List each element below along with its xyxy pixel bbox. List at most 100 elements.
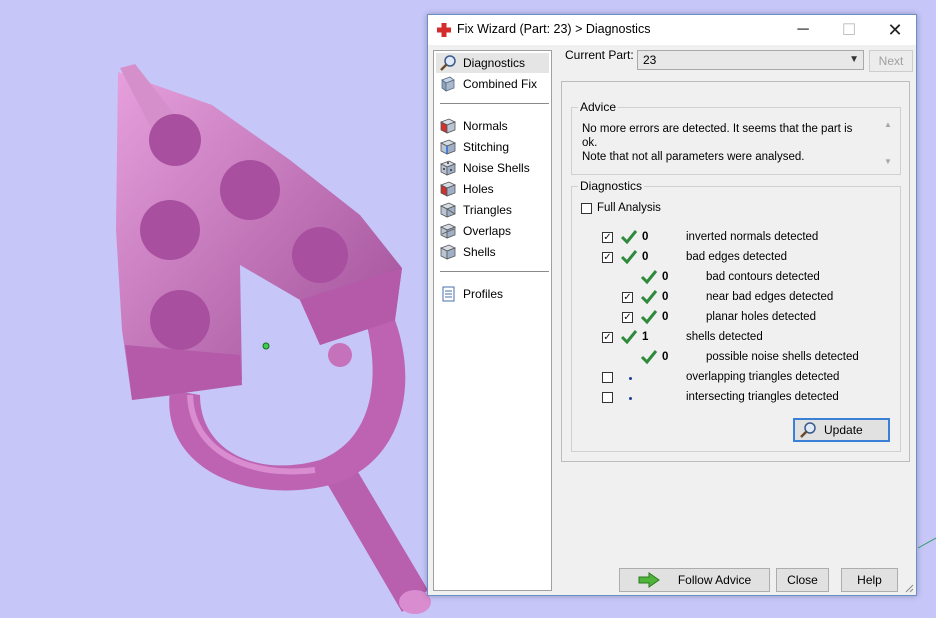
follow-advice-button[interactable]: Follow Advice [619, 568, 770, 592]
planar-holes-checkbox[interactable]: ✓ [622, 312, 633, 323]
intersecting-triangles-checkbox[interactable] [602, 392, 613, 403]
nav-item-holes[interactable]: Holes [436, 179, 549, 199]
inverted-normals-checkbox[interactable]: ✓ [602, 232, 613, 243]
current-part-value: 23 [643, 53, 657, 67]
nav-separator [440, 103, 549, 104]
box-icon [441, 76, 455, 92]
check-icon [640, 270, 658, 285]
model-node [220, 160, 280, 220]
nav-item-label: Profiles [463, 287, 504, 301]
advice-scrollbar[interactable]: ▲ ▼ [882, 120, 894, 166]
shells-label: shells detected [686, 331, 763, 343]
nav-item-profiles[interactable]: Profiles [436, 284, 549, 304]
noise-shells-label: possible noise shells detected [706, 351, 859, 363]
near-bad-edges-checkbox[interactable]: ✓ [622, 292, 633, 303]
pending-dot-icon [629, 397, 632, 400]
diagnostics-group: Diagnostics Full Analysis ✓ 0 inverted n… [571, 179, 901, 452]
nav-item-label: Stitching [463, 140, 510, 154]
cube-red-face-icon [440, 118, 456, 134]
planar-holes-count: 0 [662, 311, 669, 323]
nav-item-label: Triangles [463, 203, 512, 217]
minimize-button[interactable]: ─ [780, 15, 826, 45]
nav-item-normals[interactable]: Normals [436, 116, 549, 136]
maximize-button[interactable]: ☐ [826, 15, 872, 45]
planar-holes-label: planar holes detected [706, 311, 816, 323]
scroll-up-icon[interactable]: ▲ [884, 120, 892, 129]
shells-checkbox[interactable]: ✓ [602, 332, 613, 343]
overlapping-triangles-checkbox[interactable] [602, 372, 613, 383]
advice-text: No more errors are detected. It seems th… [582, 122, 867, 164]
pivot-point[interactable] [262, 342, 270, 350]
check-icon [640, 350, 658, 365]
nav-item-label: Shells [463, 245, 496, 259]
overlaps-icon [440, 223, 456, 239]
diagnostics-group-label: Diagnostics [578, 179, 645, 193]
advice-group-label: Advice [578, 100, 619, 114]
model-node [150, 290, 210, 350]
check-icon [620, 250, 638, 265]
bad-edges-checkbox[interactable]: ✓ [602, 252, 613, 263]
nav-item-label: Combined Fix [463, 77, 538, 91]
dialog-title: Fix Wizard (Part: 23) > Diagnostics [457, 22, 651, 36]
check-icon [620, 230, 638, 245]
title-bar[interactable]: Fix Wizard (Part: 23) > Diagnostics ─ ☐ … [428, 15, 916, 45]
shells-count: 1 [642, 331, 649, 343]
magnifier-icon [800, 422, 816, 438]
close-button[interactable]: Close [776, 568, 829, 592]
follow-advice-label: Follow Advice [677, 573, 752, 587]
nav-item-overlaps[interactable]: Overlaps [436, 221, 549, 241]
fix-wizard-dialog: Fix Wizard (Part: 23) > Diagnostics ─ ☐ … [427, 14, 917, 596]
noise-shells-icon [440, 160, 456, 176]
red-cross-icon [437, 23, 451, 37]
nav-item-stitching[interactable]: Stitching [436, 137, 549, 157]
nav-item-label: Holes [463, 182, 494, 196]
nav-item-combined-fix[interactable]: Combined Fix [436, 74, 549, 94]
bad-edges-count: 0 [642, 251, 649, 263]
bad-edges-label: bad edges detected [686, 251, 788, 263]
triangles-icon [440, 202, 456, 218]
full-analysis-label: Full Analysis [597, 202, 661, 214]
near-bad-edges-label: near bad edges detected [706, 291, 834, 303]
bad-contours-count: 0 [662, 271, 669, 283]
advice-line-1: No more errors are detected. It seems th… [582, 123, 853, 149]
nav-separator [440, 271, 549, 272]
full-analysis-checkbox[interactable] [581, 203, 592, 214]
model-node [328, 343, 352, 367]
check-icon [640, 310, 658, 325]
overlapping-triangles-label: overlapping triangles detected [686, 371, 840, 383]
cube-hole-icon [440, 181, 456, 197]
check-icon [640, 290, 658, 305]
next-button[interactable]: Next [869, 50, 913, 72]
nav-item-diagnostics[interactable]: Diagnostics [436, 53, 549, 73]
check-icon [620, 330, 638, 345]
nav-item-triangles[interactable]: Triangles [436, 200, 549, 220]
model-node [292, 227, 348, 283]
nav-item-noise-shells[interactable]: Noise Shells [436, 158, 549, 178]
nav-item-label: Overlaps [463, 224, 512, 238]
current-part-label: Current Part: [565, 48, 634, 62]
pending-dot-icon [629, 377, 632, 380]
scroll-down-icon[interactable]: ▼ [884, 157, 892, 166]
noise-shells-count: 0 [662, 351, 669, 363]
near-bad-edges-count: 0 [662, 291, 669, 303]
current-part-select[interactable]: 23 ▼ [637, 50, 864, 70]
axis-line [917, 537, 936, 549]
help-button[interactable]: Help [841, 568, 898, 592]
model-stem[interactable] [325, 462, 428, 612]
resize-grip-icon[interactable] [904, 583, 914, 593]
magnifier-icon [440, 55, 456, 71]
nav-item-label: Normals [463, 119, 508, 133]
intersecting-triangles-label: intersecting triangles detected [686, 391, 839, 403]
update-button-label: Update [824, 423, 863, 437]
mesh-model[interactable] [116, 64, 431, 614]
document-icon [442, 286, 455, 302]
close-window-button[interactable]: ✕ [872, 15, 918, 45]
advice-line-2: Note that not all parameters were analys… [582, 151, 805, 163]
update-button[interactable]: Update [793, 418, 890, 442]
bad-contours-label: bad contours detected [706, 271, 820, 283]
shells-icon [440, 244, 456, 260]
advice-group: Advice No more errors are detected. It s… [571, 100, 901, 175]
model-node [149, 114, 201, 166]
nav-item-shells[interactable]: Shells [436, 242, 549, 262]
nav-item-label: Diagnostics [463, 56, 526, 70]
